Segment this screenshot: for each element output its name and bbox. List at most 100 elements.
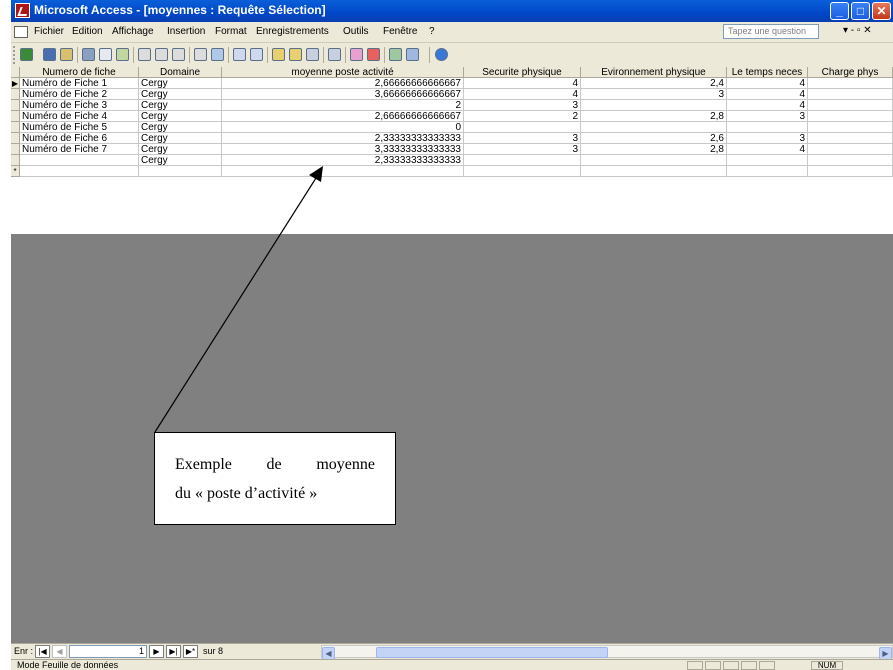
table-row[interactable]: Numéro de Fiche 5 Cergy 0 — [11, 122, 893, 133]
scroll-thumb[interactable] — [376, 647, 608, 658]
menu-help[interactable]: ? — [429, 26, 435, 37]
cell-environnement[interactable]: 2,8 — [581, 111, 727, 122]
cell-moyenne[interactable] — [222, 166, 464, 177]
table-row[interactable]: Numéro de Fiche 7 Cergy 3,33333333333333… — [11, 144, 893, 155]
menu-affichage[interactable]: Affichage — [112, 26, 154, 37]
table-row[interactable]: Cergy 2,33333333333333 — [11, 155, 893, 166]
new-record-selector[interactable]: * — [11, 166, 20, 177]
first-record-button[interactable]: |◀ — [35, 645, 50, 658]
record-selector[interactable] — [11, 100, 20, 111]
cell-temps[interactable]: 4 — [727, 78, 808, 89]
cell-charge[interactable] — [808, 144, 893, 155]
database-window-icon[interactable] — [389, 48, 402, 61]
sort-ascending-icon[interactable] — [233, 48, 246, 61]
record-selector[interactable] — [11, 155, 20, 166]
cut-icon[interactable] — [138, 48, 151, 61]
table-row[interactable]: Numéro de Fiche 2 Cergy 3,66666666666667… — [11, 89, 893, 100]
cell-securite[interactable] — [464, 166, 581, 177]
cell-numero[interactable] — [20, 166, 139, 177]
document-icon[interactable] — [14, 26, 28, 38]
record-selector[interactable] — [11, 89, 20, 100]
help-question-input[interactable]: Tapez une question — [723, 24, 819, 39]
sort-descending-icon[interactable] — [250, 48, 263, 61]
filter-by-form-icon[interactable] — [289, 48, 302, 61]
column-header[interactable]: Le temps neces — [727, 67, 808, 78]
record-selector[interactable] — [11, 122, 20, 133]
paste-icon[interactable] — [172, 48, 185, 61]
cell-moyenne[interactable]: 2,66666666666667 — [222, 111, 464, 122]
hyperlink-icon[interactable] — [211, 48, 224, 61]
cell-moyenne[interactable]: 0 — [222, 122, 464, 133]
table-row[interactable]: ▶ Numéro de Fiche 1 Cergy 2,666666666666… — [11, 78, 893, 89]
cell-securite[interactable]: 3 — [464, 100, 581, 111]
cell-numero[interactable]: Numéro de Fiche 5 — [20, 122, 139, 133]
record-selector[interactable] — [11, 144, 20, 155]
column-header[interactable]: Domaine — [139, 67, 222, 78]
cell-domaine[interactable]: Cergy — [139, 155, 222, 166]
cell-environnement[interactable]: 2,6 — [581, 133, 727, 144]
cell-temps[interactable]: 4 — [727, 100, 808, 111]
cell-temps[interactable]: 4 — [727, 144, 808, 155]
record-selector[interactable] — [11, 133, 20, 144]
menu-fichier[interactable]: Fichier — [34, 26, 64, 37]
cell-numero[interactable]: Numéro de Fiche 7 — [20, 144, 139, 155]
close-button[interactable]: ✕ — [872, 2, 891, 20]
cell-moyenne[interactable]: 2,33333333333333 — [222, 155, 464, 166]
cell-domaine[interactable] — [139, 166, 222, 177]
cell-securite[interactable]: 3 — [464, 133, 581, 144]
print-preview-icon[interactable] — [99, 48, 112, 61]
cell-securite[interactable]: 2 — [464, 111, 581, 122]
spelling-icon[interactable] — [116, 48, 129, 61]
view-icon[interactable] — [20, 48, 33, 61]
cell-securite[interactable]: 3 — [464, 144, 581, 155]
cell-charge[interactable] — [808, 89, 893, 100]
menu-enregistrements[interactable]: Enregistrements — [256, 26, 329, 37]
cell-environnement[interactable] — [581, 100, 727, 111]
cell-charge[interactable] — [808, 133, 893, 144]
cell-domaine[interactable]: Cergy — [139, 78, 222, 89]
cell-charge[interactable] — [808, 155, 893, 166]
cell-temps[interactable] — [727, 122, 808, 133]
cell-securite[interactable] — [464, 122, 581, 133]
cell-environnement[interactable]: 2,4 — [581, 78, 727, 89]
help-icon[interactable] — [435, 48, 448, 61]
find-icon[interactable] — [328, 48, 341, 61]
cell-domaine[interactable]: Cergy — [139, 122, 222, 133]
column-header[interactable]: Securite physique — [464, 67, 581, 78]
cell-securite[interactable]: 4 — [464, 78, 581, 89]
cell-temps[interactable]: 3 — [727, 111, 808, 122]
cell-numero[interactable]: Numéro de Fiche 4 — [20, 111, 139, 122]
cell-numero[interactable]: Numéro de Fiche 6 — [20, 133, 139, 144]
cell-temps[interactable] — [727, 155, 808, 166]
cell-moyenne[interactable]: 3,66666666666667 — [222, 89, 464, 100]
cell-temps[interactable] — [727, 166, 808, 177]
cell-domaine[interactable]: Cergy — [139, 100, 222, 111]
print-icon[interactable] — [82, 48, 95, 61]
select-all-corner[interactable] — [11, 67, 20, 78]
cell-temps[interactable]: 4 — [727, 89, 808, 100]
column-header[interactable]: moyenne poste activité — [222, 67, 464, 78]
cell-charge[interactable] — [808, 100, 893, 111]
cell-numero[interactable]: Numéro de Fiche 2 — [20, 89, 139, 100]
cell-environnement[interactable]: 2,8 — [581, 144, 727, 155]
cell-securite[interactable] — [464, 155, 581, 166]
cell-domaine[interactable]: Cergy — [139, 111, 222, 122]
cell-moyenne[interactable]: 2,33333333333333 — [222, 133, 464, 144]
menu-outils[interactable]: Outils — [343, 26, 369, 37]
previous-record-button[interactable]: ◀ — [52, 645, 67, 658]
cell-environnement[interactable] — [581, 122, 727, 133]
maximize-button[interactable]: □ — [851, 2, 870, 20]
cell-moyenne[interactable]: 2 — [222, 100, 464, 111]
menu-edition[interactable]: Edition — [72, 26, 103, 37]
document-window-controls[interactable]: ▾ - ▫ ✕ — [843, 25, 872, 36]
cell-domaine[interactable]: Cergy — [139, 144, 222, 155]
menu-insertion[interactable]: Insertion — [167, 26, 205, 37]
undo-icon[interactable] — [194, 48, 207, 61]
save-icon[interactable] — [43, 48, 56, 61]
cell-moyenne[interactable]: 3,33333333333333 — [222, 144, 464, 155]
search-file-icon[interactable] — [60, 48, 73, 61]
cell-domaine[interactable]: Cergy — [139, 89, 222, 100]
cell-charge[interactable] — [808, 122, 893, 133]
cell-numero[interactable]: Numéro de Fiche 1 — [20, 78, 139, 89]
cell-environnement[interactable] — [581, 166, 727, 177]
